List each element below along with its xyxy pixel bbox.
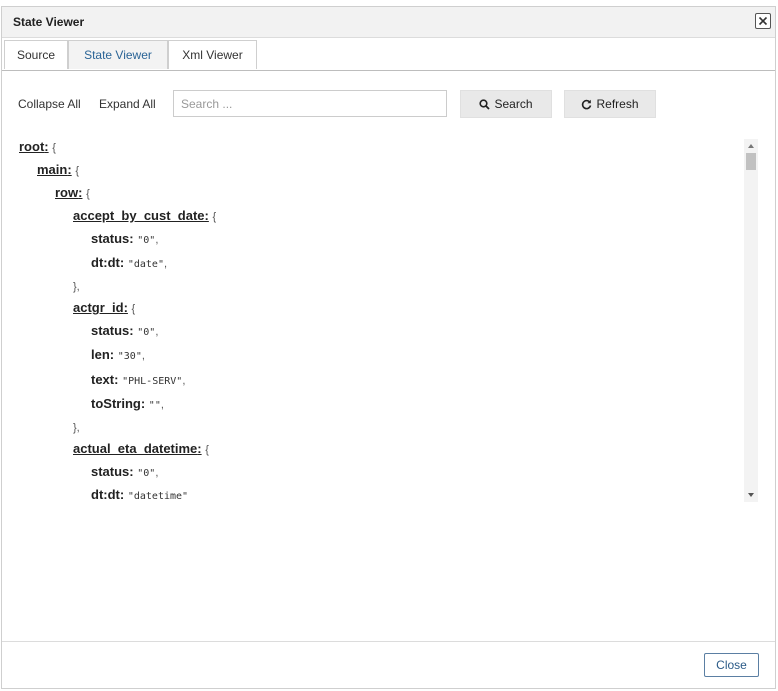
state-viewer-dialog: State Viewer Source State Viewer Xml Vie… — [1, 6, 776, 689]
tree-node-key[interactable]: root — [19, 139, 44, 154]
refresh-icon — [582, 99, 592, 109]
tree-node-brace: { — [75, 165, 79, 177]
tree-node-brace: { — [205, 444, 209, 456]
tree-node-brace: { — [212, 211, 217, 223]
tree-node-brace: { — [86, 188, 90, 200]
tree-node[interactable]: actual_eta_datetime: { — [73, 441, 209, 456]
tree-node[interactable]: row: { — [55, 185, 90, 200]
tree-node-trail: , — [155, 467, 159, 479]
tree-node-value: "datetime" — [127, 491, 189, 499]
tree-node-trail: , — [163, 258, 168, 270]
tree-node-separator: : — [204, 208, 209, 223]
tree-node-trail: , — [155, 326, 159, 338]
tree-node-separator: : — [109, 347, 115, 362]
tree-node: dt:dt: "datetime" — [91, 487, 188, 499]
tree-node: status: "0", — [91, 323, 158, 338]
scroll-up-icon[interactable] — [747, 143, 755, 149]
tree-node-separator: : — [44, 139, 49, 154]
tree-node-separator: : — [197, 441, 202, 456]
tree-node-key: dt:dt — [91, 487, 120, 499]
tree-node-key[interactable]: actgr_id — [73, 300, 124, 315]
tree-node: status: "0", — [91, 464, 158, 479]
toolbar: Collapse All Expand All Search Refresh — [2, 90, 775, 120]
tab-bar: Source State Viewer Xml Viewer — [2, 40, 775, 71]
tree-node-key: toString — [91, 396, 141, 411]
dialog-titlebar: State Viewer — [2, 7, 775, 38]
tree-node-key: status — [91, 464, 130, 479]
tree-node-brace: { — [131, 303, 136, 315]
tree-node: toString: "", — [91, 396, 164, 411]
tree-node-value: "PHL-SERV" — [122, 376, 183, 387]
footer-divider — [2, 641, 775, 642]
tree-node-key: text — [91, 372, 115, 387]
collapse-all-link[interactable]: Collapse All — [18, 97, 81, 111]
tree-node-separator: : — [67, 162, 72, 177]
tree-node-separator: : — [129, 231, 134, 246]
tree-node-separator: : — [129, 323, 134, 338]
tree-node-value: "0" — [137, 468, 156, 479]
tree-node[interactable]: main: { — [37, 162, 79, 177]
tree-node-key: dt:dt — [91, 255, 120, 270]
tree-node[interactable]: accept_by_cust_date: { — [73, 208, 216, 223]
tree-node: text: "PHL-SERV", — [91, 372, 185, 387]
tree-node-trail: , — [160, 399, 164, 411]
tree-node-separator: : — [114, 372, 119, 387]
tree-node-separator: : — [123, 300, 128, 315]
tree-node-value: "" — [148, 400, 161, 411]
tree-scrollbar[interactable] — [744, 139, 758, 502]
tree-node-value: "0" — [137, 327, 156, 338]
tree-node: status: "0", — [91, 231, 158, 246]
tree-node: }, — [73, 278, 80, 293]
tree-node-trail: , — [182, 375, 186, 387]
search-input[interactable] — [173, 90, 447, 117]
tree-node[interactable]: root: { — [19, 139, 56, 154]
tree-node-brace: }, — [73, 281, 80, 293]
tree-node-key[interactable]: actual_eta_datetime — [73, 441, 197, 456]
dialog-title: State Viewer — [13, 15, 85, 29]
tree-node-separator: : — [140, 396, 146, 411]
tab-xml-viewer[interactable]: Xml Viewer — [168, 40, 257, 69]
tree-node[interactable]: actgr_id: { — [73, 300, 135, 315]
refresh-button-label: Refresh — [596, 97, 639, 111]
tree-node-key: status — [91, 231, 130, 246]
tree-node-separator: : — [78, 185, 83, 200]
tree-node-separator: : — [119, 487, 125, 499]
tree-node: len: "30", — [91, 347, 145, 362]
tree-node-value: "0" — [137, 235, 156, 246]
tree-node-key: len — [91, 347, 110, 362]
search-button-label: Search — [494, 97, 533, 111]
scrollbar-thumb[interactable] — [746, 153, 756, 170]
tree-node-trail: , — [155, 234, 159, 246]
tab-state-viewer[interactable]: State Viewer — [68, 40, 168, 69]
tree-node-key[interactable]: row — [55, 185, 78, 200]
close-icon[interactable] — [755, 13, 771, 29]
tree-node-separator: : — [129, 464, 134, 479]
tree-node-value: "30" — [117, 351, 142, 362]
tab-source[interactable]: Source — [4, 40, 68, 69]
scroll-down-icon[interactable] — [747, 492, 755, 498]
expand-all-link[interactable]: Expand All — [99, 97, 156, 111]
close-button[interactable]: Close — [704, 653, 759, 677]
tree-node: dt:dt: "date", — [91, 255, 167, 270]
tree-node-separator: : — [119, 255, 125, 270]
search-button[interactable]: Search — [460, 90, 552, 118]
tree-node-brace: }, — [73, 422, 80, 434]
tree-node-key[interactable]: accept_by_cust_date — [73, 208, 205, 223]
tree-node-value: "date" — [127, 259, 164, 270]
tree-node-key: status — [91, 323, 130, 338]
tree-node-key[interactable]: main — [37, 162, 67, 177]
refresh-button[interactable]: Refresh — [564, 90, 656, 118]
state-tree: root: {main: {row: {accept_by_cust_date:… — [17, 137, 727, 499]
search-icon — [479, 98, 491, 110]
tree-node: }, — [73, 419, 80, 434]
tree-node-brace: { — [52, 142, 56, 154]
tree-node-trail: , — [141, 350, 145, 362]
